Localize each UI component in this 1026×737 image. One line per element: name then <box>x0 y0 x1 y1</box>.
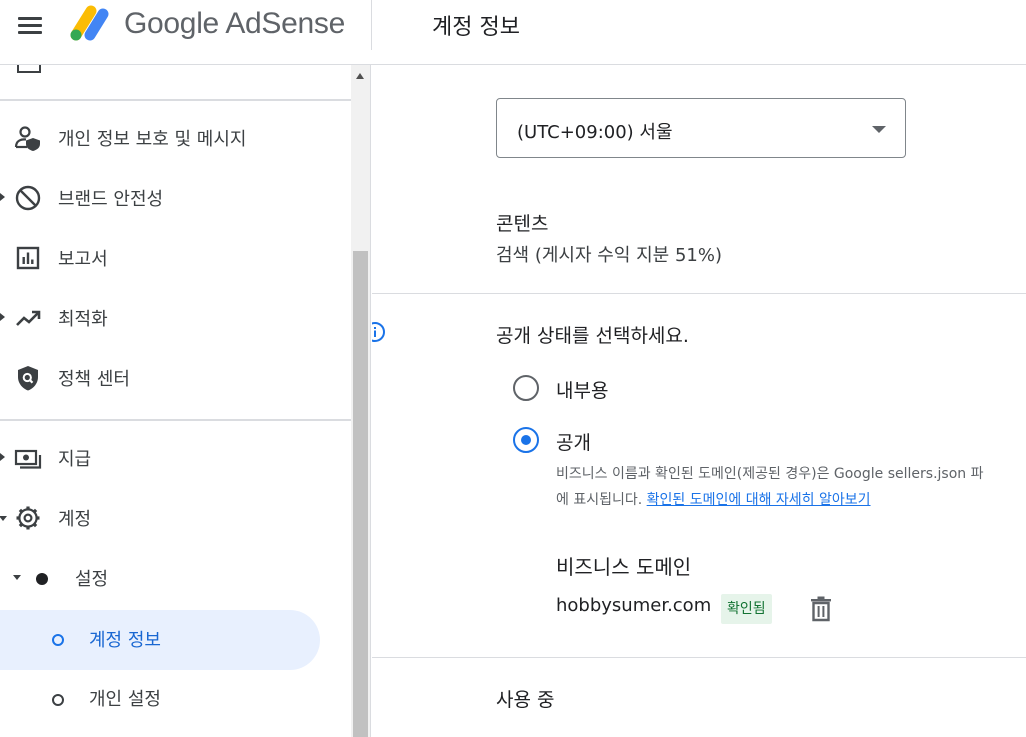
sidebar-item-settings[interactable]: 설정 <box>0 554 351 602</box>
sidebar-item-label: 정책 센터 <box>58 369 130 390</box>
section-divider <box>372 293 1026 294</box>
app-name[interactable]: Google AdSense <box>124 7 345 41</box>
radio-public[interactable] <box>513 427 539 453</box>
description-line-2: 에 표시됩니다. 확인된 도메인에 대해 자세히 알아보기 <box>556 487 1026 513</box>
radio-public-label[interactable]: 공개 <box>556 428 591 455</box>
bullet-dot-icon <box>36 573 48 585</box>
visibility-prompt: 공개 상태를 선택하세요. <box>496 325 689 347</box>
header-divider <box>371 0 372 50</box>
sidebar-item-label: 개인 정보 보호 및 메시지 <box>58 129 247 150</box>
content-value: 검색 (게시자 수익 지분 51%) <box>496 245 722 266</box>
description-line-1: 비즈니스 이름과 확인된 도메인(제공된 경우)은 Google sellers… <box>556 466 984 482</box>
main-content: (UTC+09:00) 서울 콘텐츠 검색 (게시자 수익 지분 51%) 공개… <box>372 65 1026 737</box>
timezone-value: (UTC+09:00) 서울 <box>517 122 673 143</box>
info-icon[interactable] <box>372 321 386 343</box>
active-ring-icon <box>52 634 64 646</box>
sidebar-item-label: 보고서 <box>58 249 108 270</box>
trash-icon[interactable] <box>810 596 832 622</box>
sidebar-item-cutoff[interactable]: ·· <box>58 65 69 74</box>
ring-icon <box>52 694 64 706</box>
sidebar: ·· 개인 정보 보호 및 메시지 브랜드 안전성 보고서 <box>0 65 351 737</box>
scrollbar-thumb[interactable] <box>353 251 368 737</box>
sidebar-item-label: 브랜드 안전성 <box>58 189 164 210</box>
business-domain-heading: 비즈니스 도메인 <box>556 555 692 579</box>
timezone-select[interactable]: (UTC+09:00) 서울 <box>496 98 906 158</box>
sidebar-item-privacy-messaging[interactable]: 개인 정보 보호 및 메시지 <box>0 114 351 162</box>
radio-internal-label[interactable]: 내부용 <box>556 376 608 403</box>
sidebar-item-account[interactable]: 계정 <box>0 494 351 542</box>
home-icon <box>17 65 41 73</box>
content-label: 콘텐츠 <box>496 213 549 235</box>
sidebar-item-account-info[interactable]: 계정 정보 <box>0 610 320 670</box>
sidebar-item-optimization[interactable]: 최적화 <box>0 294 351 342</box>
expand-caret-icon[interactable] <box>0 193 5 201</box>
expand-caret-icon[interactable] <box>0 313 5 321</box>
person-shield-icon <box>14 126 40 151</box>
learn-more-link[interactable]: 확인된 도메인에 대해 자세히 알아보기 <box>647 492 871 508</box>
page-title: 계정 정보 <box>432 15 520 40</box>
sidebar-item-label: 설정 <box>75 569 109 590</box>
scroll-up-arrow-icon[interactable] <box>356 73 364 79</box>
block-icon <box>15 185 41 211</box>
dropdown-arrow-icon <box>872 126 886 133</box>
verified-badge: 확인됨 <box>721 594 772 624</box>
business-domain-value: hobbysumer.com <box>556 595 712 616</box>
sidebar-scrollbar[interactable] <box>351 65 371 737</box>
sidebar-item-policy-center[interactable]: 정책 센터 <box>0 354 351 402</box>
menu-icon[interactable] <box>18 14 44 36</box>
payments-icon <box>14 449 42 469</box>
adsense-logo-icon <box>70 5 109 41</box>
description-text: 에 표시됩니다. <box>556 492 643 508</box>
sidebar-item-label: 지급 <box>58 449 92 470</box>
sidebar-item-reports[interactable]: 보고서 <box>0 234 351 282</box>
section-divider <box>372 657 1026 658</box>
public-description: 비즈니스 이름과 확인된 도메인(제공된 경우)은 Google sellers… <box>556 461 1026 513</box>
sidebar-item-label: 계정 정보 <box>89 630 161 651</box>
sidebar-item-payments[interactable]: 지급 <box>0 434 351 482</box>
trending-up-icon <box>16 310 41 326</box>
sidebar-item-personal-settings[interactable]: 개인 설정 <box>0 674 351 722</box>
app-header: Google AdSense 계정 정보 <box>0 0 1026 65</box>
sidebar-divider <box>0 99 351 101</box>
sidebar-item-label: 계정 <box>58 509 92 530</box>
radio-internal[interactable] <box>513 375 539 401</box>
gear-icon <box>16 506 40 530</box>
collapse-caret-icon[interactable] <box>13 575 21 580</box>
bar-chart-icon <box>16 246 40 270</box>
sidebar-item-brand-safety[interactable]: 브랜드 안전성 <box>0 174 351 222</box>
sidebar-divider <box>0 419 351 421</box>
expand-caret-icon[interactable] <box>0 453 5 461</box>
in-use-label: 사용 중 <box>496 689 555 711</box>
shield-search-icon <box>18 366 38 391</box>
collapse-caret-icon[interactable] <box>0 516 7 521</box>
sidebar-item-label: 개인 설정 <box>89 689 161 710</box>
sidebar-item-label: 최적화 <box>58 309 108 330</box>
